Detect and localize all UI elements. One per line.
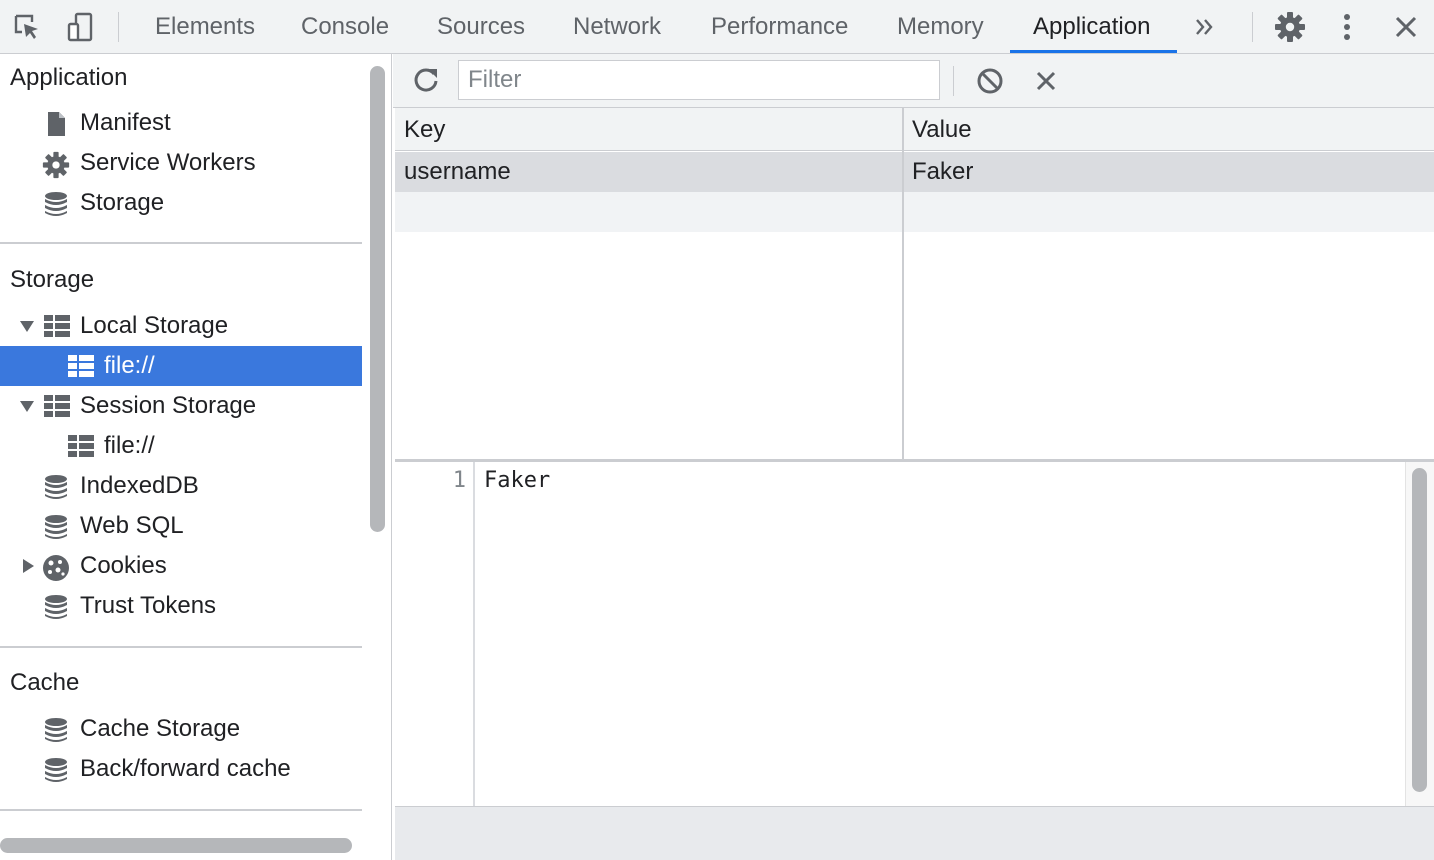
document-icon [43, 111, 69, 137]
tab-performance[interactable]: Performance [711, 0, 848, 54]
tab-memory[interactable]: Memory [897, 0, 984, 54]
database-icon [43, 191, 69, 217]
tab-sources[interactable]: Sources [437, 0, 525, 54]
expand-arrow-right-icon[interactable] [20, 558, 36, 574]
sidebar-item-session-storage[interactable]: Session Storage [0, 386, 362, 426]
sidebar-vertical-scrollbar[interactable] [370, 66, 385, 532]
table-row[interactable]: username Faker [395, 152, 1434, 192]
tab-elements[interactable]: Elements [155, 0, 255, 54]
delete-selected-icon[interactable] [1027, 62, 1065, 100]
table-icon [68, 354, 94, 380]
settings-gear-icon[interactable] [1271, 8, 1309, 46]
sidebar-horizontal-scrollbar[interactable] [0, 838, 352, 853]
section-divider [0, 646, 362, 648]
section-title-storage: Storage [10, 266, 95, 293]
filter-input[interactable] [458, 60, 940, 100]
sidebar-item-local-storage[interactable]: Local Storage [0, 306, 362, 346]
expand-arrow-down-icon[interactable] [19, 398, 35, 414]
database-icon [43, 474, 69, 500]
sidebar-item-label: Session Storage [80, 392, 257, 419]
table-icon [44, 394, 70, 420]
active-tab-indicator [1010, 50, 1177, 53]
more-tabs-chevron-icon[interactable] [1186, 8, 1224, 46]
sidebar-item-cache-storage[interactable]: Cache Storage [0, 709, 362, 749]
sidebar-item-cookies[interactable]: Cookies [0, 546, 362, 586]
value-preview-pane: 1 Faker [395, 462, 1434, 806]
clear-all-block-icon[interactable] [971, 62, 1009, 100]
toolbar-separator [953, 66, 954, 96]
database-icon [43, 594, 69, 620]
table-row-empty[interactable] [395, 192, 1434, 232]
key-cell[interactable]: username [404, 152, 511, 192]
toolbar-separator [118, 12, 119, 42]
sidebar-item-label: Manifest [80, 109, 171, 136]
preview-vertical-scrollbar[interactable] [1412, 468, 1427, 792]
section-title-application: Application [10, 64, 128, 91]
section-title-cache: Cache [10, 669, 80, 696]
storage-toolbar [393, 54, 1434, 108]
line-number: 1 [452, 468, 466, 493]
bottom-status-bar [395, 806, 1434, 860]
sidebar-item-service-workers[interactable]: Service Workers [0, 143, 362, 183]
sidebar-item-trust-tokens[interactable]: Trust Tokens [0, 586, 362, 626]
sidebar-item-label: file:// [104, 352, 155, 379]
sidebar-item-storage[interactable]: Storage [0, 183, 362, 223]
section-divider [0, 242, 362, 244]
sidebar-item-label: Local Storage [80, 312, 229, 339]
devtools-window: Elements Console Sources Network Perform… [0, 0, 1434, 860]
sidebar-item-back-forward-cache[interactable]: Back/forward cache [0, 749, 362, 789]
sidebar-item-indexeddb[interactable]: IndexedDB [0, 466, 362, 506]
grid-header: Key Value [395, 108, 1434, 151]
sidebar-item-label: IndexedDB [80, 472, 199, 499]
sidebar-item-session-storage-file[interactable]: file:// [0, 426, 362, 466]
gear-icon [42, 151, 70, 179]
column-divider[interactable] [902, 108, 904, 460]
sidebar-item-web-sql[interactable]: Web SQL [0, 506, 362, 546]
value-preview-text[interactable]: Faker [484, 468, 550, 493]
inspect-element-icon[interactable] [8, 8, 46, 46]
storage-data-grid: Key Value username Faker [395, 108, 1434, 460]
expand-arrow-down-icon[interactable] [19, 318, 35, 334]
sidebar-item-label: file:// [104, 432, 155, 459]
refresh-icon[interactable] [407, 61, 445, 99]
sidebar-item-label: Storage [80, 189, 165, 216]
application-sidebar: Application Manifest Service Workers Sto… [0, 54, 392, 860]
tab-console[interactable]: Console [301, 0, 389, 54]
kebab-menu-icon[interactable] [1328, 8, 1366, 46]
database-icon [43, 717, 69, 743]
devtools-tab-bar: Elements Console Sources Network Perform… [0, 0, 1434, 54]
column-header-value[interactable]: Value [912, 108, 972, 151]
value-cell[interactable]: Faker [912, 152, 973, 192]
tab-network[interactable]: Network [573, 0, 661, 54]
sidebar-item-label: Trust Tokens [80, 592, 217, 619]
tab-application[interactable]: Application [1033, 0, 1150, 54]
table-icon [68, 434, 94, 460]
toolbar-separator [1252, 12, 1253, 42]
sidebar-item-label: Web SQL [80, 512, 184, 539]
sidebar-item-label: Service Workers [80, 149, 256, 176]
close-devtools-icon[interactable] [1387, 8, 1425, 46]
column-header-key[interactable]: Key [404, 108, 445, 151]
cookie-icon [42, 554, 69, 581]
section-divider [0, 809, 362, 811]
database-icon [43, 757, 69, 783]
sidebar-item-label: Back/forward cache [80, 755, 291, 782]
sidebar-item-label: Cache Storage [80, 715, 241, 742]
sidebar-item-label: Cookies [80, 552, 167, 579]
sidebar-item-manifest[interactable]: Manifest [0, 103, 362, 143]
database-icon [43, 514, 69, 540]
device-toolbar-icon[interactable] [61, 8, 99, 46]
sidebar-item-local-storage-file[interactable]: file:// [0, 346, 362, 386]
line-number-gutter: 1 [395, 462, 475, 806]
table-icon [44, 314, 70, 340]
